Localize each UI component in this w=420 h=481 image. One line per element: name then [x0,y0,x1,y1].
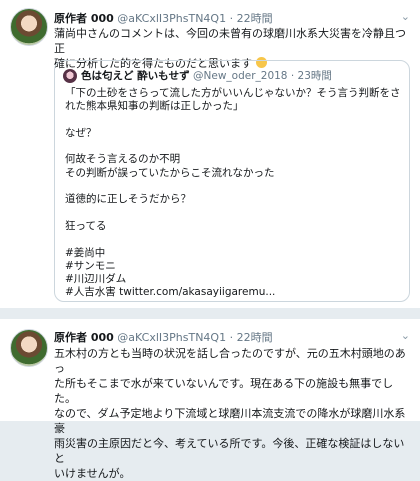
timestamp[interactable]: 22時間 [237,12,273,25]
quoted-text-line [65,114,401,127]
quoted-text-line: その判断が誤っていたからこそ流れなかった [65,166,275,179]
tweet-text-line: 五木村の方とも当時の状況を話し合ったのですが、元の五木村頭地のあっ [54,347,406,375]
tweet-text-line: 蒲尚中さんのコメントは、今回の未曾有の球磨川水系大災害を冷静且つ正 [54,27,406,55]
avatar[interactable] [10,8,48,46]
tweet-text-line: いけませんが。 [54,467,131,480]
quoted-text-line: 狂ってる [65,219,107,232]
author-name[interactable]: 原作者 000 [54,331,114,344]
separator-dot: · [229,331,234,344]
tweet-text-line: 雨災害の主原因だと今、考えている所です。今後、正確な検証はしないと [54,437,405,465]
tweet-text: 五木村の方とも当時の状況を話し合ったのですが、元の五木村頭地のあっ た所もそこま… [54,346,410,481]
quoted-tweet[interactable]: 色は匂えど 酔いもせず @New_oder_2018 · 23時間 「下の土砂を… [54,60,410,302]
quoted-author-name: 色は匂えど 酔いもせず [81,70,190,82]
quoted-text-line [65,140,401,153]
quoted-text-line: れた熊本県知事の判断は正しかった」 [65,100,244,113]
author-handle[interactable]: @aKCxlI3PhsTN4Q1 [117,331,226,344]
separator-dot: · [229,12,234,25]
tweet-header: 原作者 000 @aKCxlI3PhsTN4Q1 · 22時間 [54,329,273,345]
quoted-text-line: #姜尚中 [65,246,106,259]
quoted-text-line [65,207,401,220]
quoted-text-line [65,180,401,193]
timestamp[interactable]: 22時間 [237,331,273,344]
quoted-header: 色は匂えど 酔いもせず @New_oder_2018 · 23時間 [81,68,332,83]
quoted-text-line: なぜ？ [65,126,97,139]
quoted-text-line: #サンモニ [65,259,116,272]
separator-dot: · [290,70,295,82]
quoted-text-line: 何故そう言えるのか不明 [65,153,181,166]
quoted-author-handle: @New_oder_2018 [193,70,288,82]
avatar[interactable] [10,329,48,367]
quoted-text-line: #人吉水害 twitter.com/akasayiigaremu... [65,286,276,299]
timeline-feed: 原作者 000 @aKCxlI3PhsTN4Q1 · 22時間 ⌄ 蒲尚中さんの… [0,0,420,480]
quoted-text-line: 道徳的に正しそうだから？ [65,193,191,206]
tweet[interactable]: 原作者 000 @aKCxlI3PhsTN4Q1 · 22時間 ⌄ 五木村の方と… [0,318,420,480]
author-name[interactable]: 原作者 000 [54,12,114,25]
divider [0,308,420,318]
quoted-text-line: 「下の土砂をさらって流した方がいいんじゃないか？そう言う判断をさ [65,87,401,99]
author-handle[interactable]: @aKCxlI3PhsTN4Q1 [117,12,226,25]
tweet-header: 原作者 000 @aKCxlI3PhsTN4Q1 · 22時間 [54,10,273,26]
quoted-text-line: #川辺川ダム [65,273,127,286]
chevron-down-icon[interactable]: ⌄ [401,329,410,342]
quoted-text-line [65,233,401,246]
chevron-down-icon[interactable]: ⌄ [401,10,410,23]
tweet-text-line: た所もそこまで水が来ていないんです。現在ある下の施設も無事でした。 [54,377,394,405]
tweet-text-line: なので、ダム予定地より下流域と球磨川本流支流での降水が球磨川水系豪 [54,407,406,435]
tweet[interactable]: 原作者 000 @aKCxlI3PhsTN4Q1 · 22時間 ⌄ 蒲尚中さんの… [0,0,420,319]
quoted-timestamp: 23時間 [297,70,332,82]
quoted-avatar [63,69,77,83]
quoted-text: 「下の土砂をさらって流した方がいいんじゃないか？そう言う判断をさ れた熊本県知事の… [65,87,401,300]
